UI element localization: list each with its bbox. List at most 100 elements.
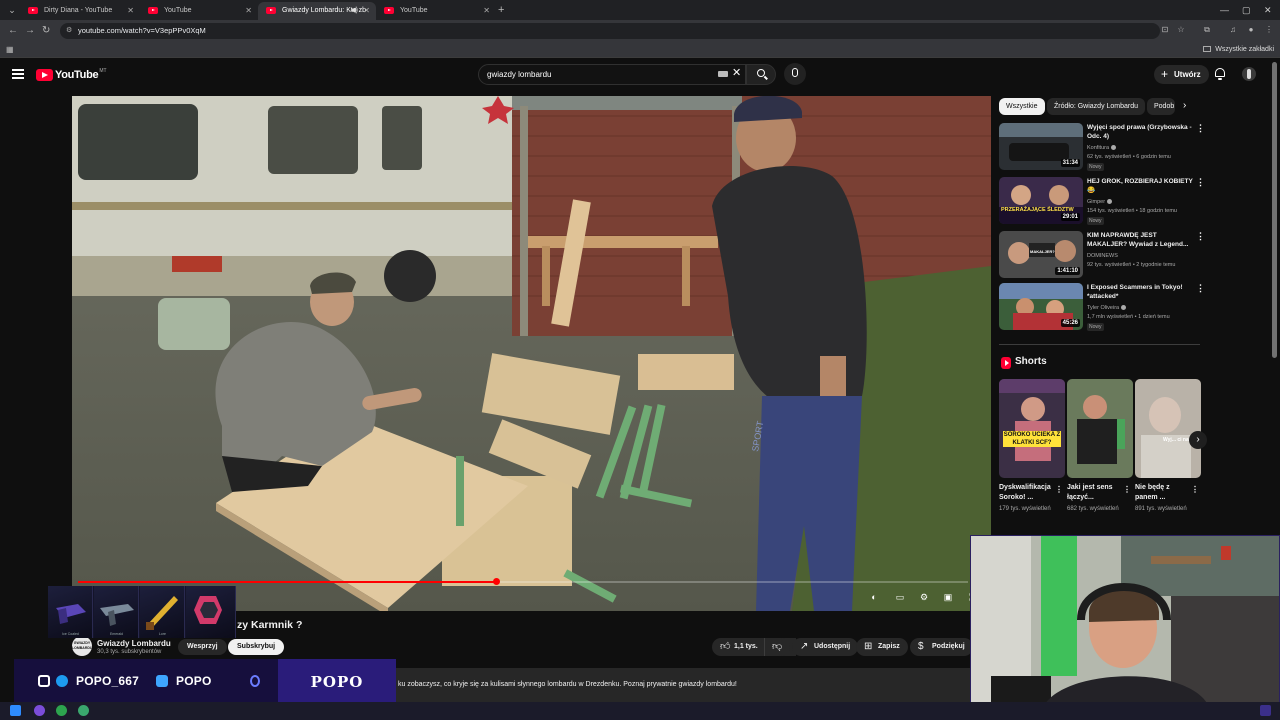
site-info-icon[interactable]: ⚙ <box>66 23 72 39</box>
chip-source[interactable]: Źródło: Gwiazdy Lombardu <box>1047 98 1146 115</box>
browser-tab-3[interactable]: Gwiazdy Lombardu: Kto zb ◀) ✕ <box>258 2 376 20</box>
thanks-button[interactable]: $ Podziękuj <box>910 638 973 656</box>
clear-search-icon[interactable]: ✕ <box>732 66 741 80</box>
discord-icon[interactable] <box>34 705 45 716</box>
browser-tab-strip: ⌄ Dirty Diana - YouTube ✕ YouTube ✕ Gwia… <box>0 0 1280 20</box>
voice-search-button[interactable] <box>784 63 806 85</box>
short-thumbnail[interactable]: SOROKO UCIEKA Z KLATKI SCF? <box>999 379 1065 478</box>
skin-label: Ice Coaled <box>62 632 79 636</box>
folder-icon <box>1203 46 1212 53</box>
video-thumbnail[interactable]: 45:26 <box>999 283 1083 330</box>
close-icon[interactable]: ✕ <box>127 2 134 19</box>
create-button[interactable]: + Utwórz <box>1154 65 1209 84</box>
install-app-icon[interactable]: ⊡ <box>1160 25 1170 35</box>
apps-grid-icon[interactable]: ▦ <box>6 45 15 54</box>
short-item[interactable]: SOROKO UCIEKA Z KLATKI SCF? Dyskwalifika… <box>999 379 1065 514</box>
all-bookmarks-button[interactable]: Wszystkie zakładki <box>1203 45 1274 55</box>
youtube-logo[interactable]: YouTube MT <box>36 68 107 82</box>
more-options-icon[interactable]: ⋮ <box>1055 485 1063 494</box>
autoplay-toggle-icon[interactable]: ◐ <box>868 592 880 602</box>
address-bar: ← → ↻ ⚙ youtube.com/watch?v=V3epPPv0XqM … <box>0 20 1280 42</box>
recommendation-title[interactable]: HEJ GROK, ROZBIERAJ KOBIETY 😂 <box>1087 178 1195 195</box>
shorts-next-button[interactable]: › <box>1189 431 1207 449</box>
video-thumbnail[interactable]: 31:34 <box>999 123 1083 170</box>
short-title[interactable]: Dyskwalifikacja Soroko! ... <box>999 483 1055 503</box>
short-thumbnail[interactable]: Wyj... ci na łe <box>1135 379 1201 478</box>
notifications-bell-icon[interactable] <box>1214 67 1226 80</box>
new-badge: Nowy <box>1087 163 1104 171</box>
subscribe-button[interactable]: Subskrybuj <box>228 639 285 655</box>
subtitles-icon[interactable]: ▭ <box>894 592 906 602</box>
recommendation-title[interactable]: KIM NAPRAWDĘ JEST MAKALJER? Wywiad z Leg… <box>1087 232 1195 249</box>
media-control-icon[interactable]: ♫ <box>1228 25 1238 35</box>
browser-tab-2[interactable]: YouTube ✕ <box>140 2 258 20</box>
bookmark-star-icon[interactable]: ☆ <box>1176 25 1186 35</box>
video-player[interactable]: SPORT <box>72 96 991 611</box>
recommendation-title[interactable]: I Exposed Scammers in Tokyo! *attacked* <box>1087 284 1195 301</box>
url-input[interactable]: ⚙ youtube.com/watch?v=V3epPPv0XqM <box>60 23 1160 39</box>
recommendation-title[interactable]: Wyjęci spod prawa (Grzybowska - Odc. 4) <box>1087 124 1195 141</box>
close-icon[interactable]: ✕ <box>245 2 252 19</box>
recommendation-item[interactable]: 31:34 Wyjęci spod prawa (Grzybowska - Od… <box>999 123 1205 173</box>
close-icon[interactable]: ✕ <box>363 2 370 19</box>
app-icon[interactable] <box>78 705 89 716</box>
thanks-icon: $ <box>918 641 924 652</box>
chip-all[interactable]: Wszystkie <box>999 98 1045 115</box>
profile-icon[interactable]: ● <box>1246 25 1256 35</box>
more-options-icon[interactable]: ⋮ <box>1196 232 1205 241</box>
windows-start-icon[interactable] <box>10 705 21 716</box>
close-window-icon[interactable]: ✕ <box>1264 3 1272 17</box>
maximize-icon[interactable]: ▢ <box>1242 3 1251 17</box>
more-options-icon[interactable]: ⋮ <box>1196 284 1205 293</box>
more-options-icon[interactable]: ⋮ <box>1191 485 1199 494</box>
recommendation-item[interactable]: 45:26 I Exposed Scammers in Tokyo! *atta… <box>999 283 1205 333</box>
more-options-icon[interactable]: ⋮ <box>1123 485 1131 494</box>
video-thumbnail[interactable]: PRZERAŻAJĄCE ŚLEDZTW 29:01 <box>999 177 1083 224</box>
chrome-icon[interactable] <box>56 705 67 716</box>
new-tab-icon[interactable]: + <box>498 3 504 17</box>
forward-icon[interactable]: → <box>25 24 35 38</box>
short-title[interactable]: Jaki jest sens łączyć... <box>1067 483 1123 503</box>
bookmarks-bar: ▦ Wszystkie zakładki <box>0 42 1280 58</box>
dislike-button[interactable]: 👎︎ <box>764 638 790 656</box>
tab-search-icon[interactable]: ⌄ <box>6 4 18 16</box>
minimize-icon[interactable]: — <box>1220 3 1229 17</box>
short-item[interactable]: Jaki jest sens łączyć... 682 tys. wyświe… <box>1067 379 1133 514</box>
recommendation-item[interactable]: MAKALJER? 1:41:10 KIM NAPRAWDĘ JEST MAKA… <box>999 231 1205 281</box>
search-input[interactable]: gwiazdy lombardu <box>478 64 746 85</box>
skin-label: Emerald <box>109 632 124 636</box>
account-avatar[interactable] <box>1242 67 1256 81</box>
back-icon[interactable]: ← <box>8 24 18 38</box>
chevron-right-icon[interactable]: › <box>1183 100 1195 112</box>
save-button[interactable]: ⊞ Zapisz <box>856 638 908 656</box>
short-thumbnail[interactable] <box>1067 379 1133 478</box>
skin-card: Ice Coaled <box>48 586 93 638</box>
page-scrollbar[interactable] <box>1272 62 1277 358</box>
close-icon[interactable]: ✕ <box>483 2 490 19</box>
browser-menu-icon[interactable]: ⋮ <box>1264 25 1274 35</box>
keyboard-icon[interactable] <box>718 71 728 77</box>
miniplayer-icon[interactable]: ▣ <box>942 592 954 602</box>
recommendation-item[interactable]: PRZERAŻAJĄCE ŚLEDZTW 29:01 HEJ GROK, ROZ… <box>999 177 1205 227</box>
share-button[interactable]: ↗ Udostępnij <box>792 638 859 656</box>
browser-tab-title: YouTube <box>164 7 192 14</box>
join-button[interactable]: Wesprzyj <box>178 639 227 655</box>
channel-name[interactable]: Gwiazdy Lombardu <box>97 639 171 648</box>
settings-gear-icon[interactable]: ⚙ <box>918 592 930 602</box>
search-button[interactable] <box>746 64 776 85</box>
new-badge: Nowy <box>1087 323 1104 331</box>
hamburger-menu-icon[interactable] <box>12 69 24 79</box>
reload-icon[interactable]: ↻ <box>42 24 50 38</box>
more-options-icon[interactable]: ⋮ <box>1196 124 1205 133</box>
video-progress-bar[interactable] <box>78 578 968 585</box>
extensions-icon[interactable]: ⧉ <box>1202 25 1212 35</box>
channel-avatar[interactable]: GWIAZDY LOMBARDU <box>72 636 92 656</box>
browser-tab-1[interactable]: Dirty Diana - YouTube ✕ <box>20 2 140 20</box>
speaker-icon[interactable]: ◀) <box>350 2 358 19</box>
chip-similar[interactable]: Podob <box>1147 98 1175 115</box>
tray-app-icon[interactable] <box>1260 705 1271 716</box>
video-thumbnail[interactable]: MAKALJER? 1:41:10 <box>999 231 1083 278</box>
more-options-icon[interactable]: ⋮ <box>1196 178 1205 187</box>
browser-tab-4[interactable]: YouTube ✕ <box>376 2 496 20</box>
short-title[interactable]: Nie będę z panem ... <box>1135 483 1191 503</box>
